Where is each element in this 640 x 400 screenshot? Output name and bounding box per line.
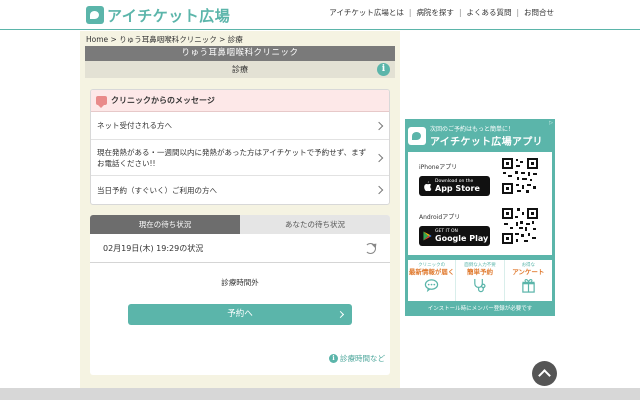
qr-code-android <box>500 206 540 246</box>
google-play-big-text: Google Play <box>435 234 489 243</box>
nav-separator: | <box>516 8 519 17</box>
speech-bubble-icon <box>96 96 107 108</box>
ad-headline: 次回のご予約はもっと簡単に！ アイチケット広場アプリ <box>408 123 552 149</box>
nav-separator: | <box>408 8 412 17</box>
nav-link-faq[interactable]: よくある質問 <box>466 7 511 18</box>
stethoscope-icon <box>474 278 487 293</box>
nav-link-contact[interactable]: お問合せ <box>524 7 554 18</box>
message-item-same-day[interactable]: 当日予約（すぐいく）ご利用の方へ <box>91 176 389 204</box>
reserve-button[interactable]: 予約へ <box>128 304 352 325</box>
ad-footer-note: インストール時にメンバー登録が必要です <box>427 306 533 312</box>
status-tabs: 現在の待ち状況 あなたの待ち状況 <box>90 215 390 234</box>
status-datetime-row: 02月19日(木) 19:29の状況 <box>90 234 390 263</box>
closed-status-text: 診療時間外 <box>221 278 259 287</box>
refresh-icon[interactable] <box>365 243 376 254</box>
apple-icon <box>424 181 432 191</box>
app-store-badge[interactable]: Download on the App Store <box>419 176 490 196</box>
clinic-message-card: クリニックからのメッセージ ネット受付される方へ 現在発熱がある・一週間以内に発… <box>90 89 390 205</box>
app-logo-icon <box>408 127 426 145</box>
feature-latest-info: クリニックの 最新情報が届く <box>408 260 457 301</box>
nav-link-search-hospital[interactable]: 病院を探す <box>416 7 454 18</box>
reserve-button-label: 予約へ <box>227 309 253 319</box>
app-promo-banner[interactable]: ▷ 次回のご予約はもっと簡単に！ アイチケット広場アプリ iPhoneアプリ D… <box>405 119 555 316</box>
message-item-label: 現在発熱がある・一週間以内に発熱があった方はアイチケットで予約せず、まずお電話く… <box>97 147 367 168</box>
chevron-right-icon <box>336 310 345 319</box>
site-header: アイチケット広場 アイチケット広場とは | 病院を探す | よくある質問 | お… <box>0 0 640 30</box>
wait-status-card: 現在の待ち状況 あなたの待ち状況 02月19日(木) 19:29の状況 診療時間… <box>90 215 390 375</box>
tab-current-wait[interactable]: 現在の待ち状況 <box>90 215 240 234</box>
chevron-right-icon <box>374 185 384 195</box>
clinic-hours-link[interactable]: i 診療時間など <box>329 353 385 364</box>
message-item-fever-notice[interactable]: 現在発熱がある・一週間以内に発熱があった方はアイチケットで予約せず、まずお電話く… <box>91 140 389 176</box>
feature-easy-reserve: 面倒な入力不要 簡単予約 <box>456 260 505 301</box>
section-title: 診療 <box>232 65 248 74</box>
message-item-net-reception[interactable]: ネット受付される方へ <box>91 112 389 140</box>
clinic-hours-label: 診療時間など <box>340 354 385 363</box>
scroll-to-top-button[interactable] <box>532 361 557 386</box>
site-logo[interactable]: アイチケット広場 <box>86 5 230 25</box>
app-store-big-text: App Store <box>435 184 480 193</box>
google-play-icon <box>423 231 432 241</box>
chevron-right-icon <box>374 153 384 162</box>
main-pane: Home > りゅう耳鼻咽喉科クリニック > 診療 りゅう耳鼻咽喉科クリニック … <box>80 31 400 388</box>
clinic-name-bar: りゅう耳鼻咽喉科クリニック <box>85 46 395 61</box>
chat-icon <box>424 279 439 293</box>
top-nav: アイチケット広場とは | 病院を探す | よくある質問 | お問合せ <box>329 7 554 18</box>
google-play-badge[interactable]: GET IT ON Google Play <box>419 226 490 246</box>
status-datetime: 02月19日(木) 19:29の状況 <box>103 244 204 253</box>
ad-features: クリニックの 最新情報が届く 面倒な入力不要 簡単予約 お得な アンケート <box>408 260 552 301</box>
gift-icon <box>522 279 535 293</box>
android-app-label: Androidアプリ <box>419 214 461 221</box>
qr-code-iphone <box>500 156 540 196</box>
logo-mark-icon <box>86 6 104 24</box>
ad-headline-small: 次回のご予約はもっと簡単に！ <box>430 126 515 133</box>
ad-headline-big: アイチケット広場アプリ <box>430 137 543 148</box>
nav-link-about[interactable]: アイチケット広場とは <box>329 7 404 18</box>
nav-separator: | <box>458 8 462 17</box>
logo-text: アイチケット広場 <box>107 6 231 25</box>
message-header-title: クリニックからのメッセージ <box>111 96 215 105</box>
tab-your-wait[interactable]: あなたの待ち状況 <box>240 215 390 234</box>
section-title-bar: 診療 i <box>85 61 395 78</box>
message-item-label: ネット受付される方へ <box>97 121 172 130</box>
breadcrumb[interactable]: Home > りゅう耳鼻咽喉科クリニック > 診療 <box>86 34 243 45</box>
iphone-app-label: iPhoneアプリ <box>419 164 458 171</box>
ad-store-panel: iPhoneアプリ Download on the App Store Andr… <box>408 152 552 255</box>
feature-survey: お得な アンケート <box>505 260 552 301</box>
info-icon[interactable]: i <box>377 63 390 76</box>
feature-big-text: 簡単予約 <box>466 268 493 276</box>
message-item-label: 当日予約（すぐいく）ご利用の方へ <box>97 185 217 195</box>
chevron-right-icon <box>374 121 384 130</box>
feature-big-text: アンケート <box>512 268 545 276</box>
footer-strip <box>0 388 640 400</box>
info-icon: i <box>329 354 338 363</box>
message-header: クリニックからのメッセージ <box>91 90 389 112</box>
feature-big-text: 最新情報が届く <box>408 268 455 276</box>
